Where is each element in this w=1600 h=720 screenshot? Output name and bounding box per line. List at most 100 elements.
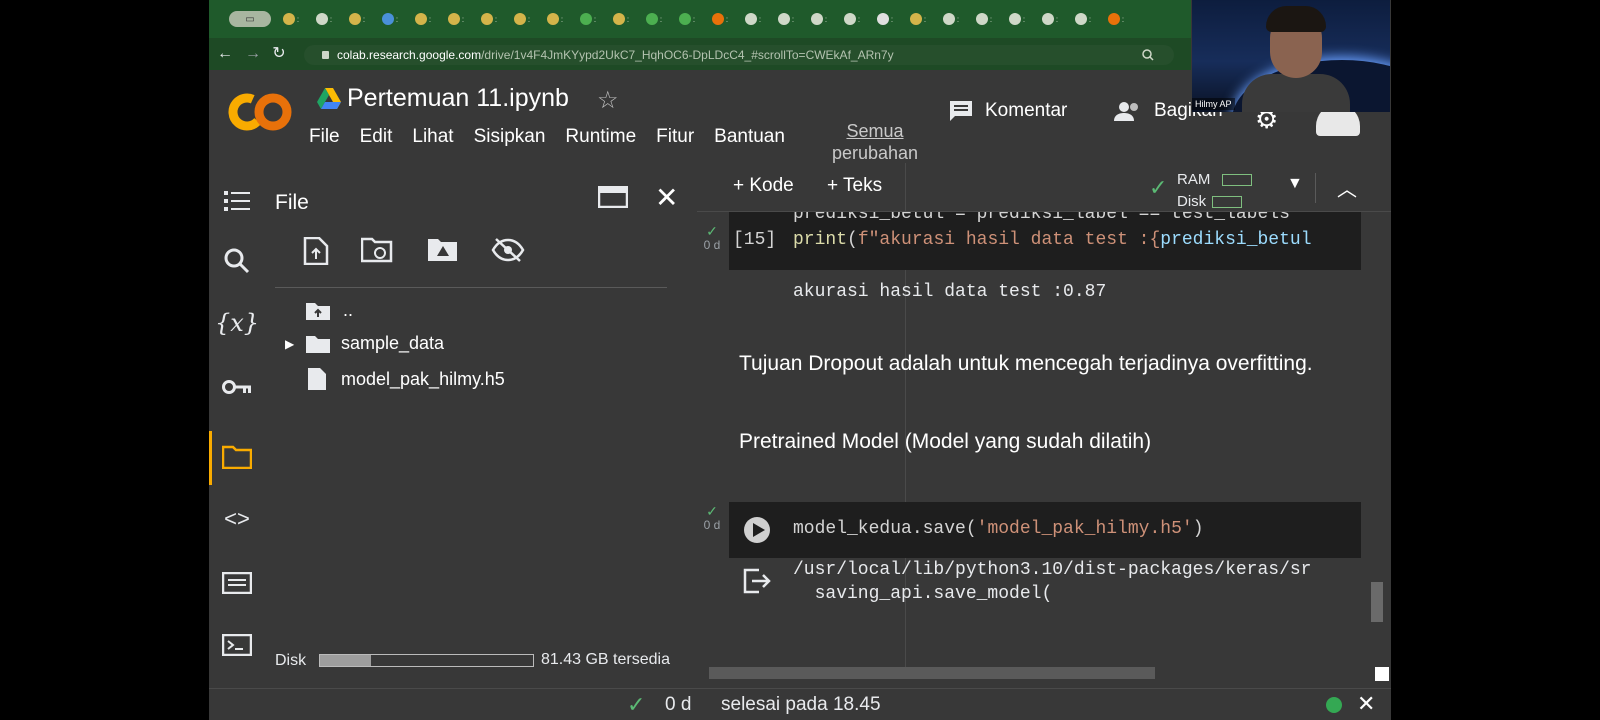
code-cell-2[interactable]: model_kedua.save('model_pak_hilmy.h5') bbox=[729, 502, 1361, 558]
add-code-button[interactable]: + Kode bbox=[733, 175, 794, 197]
browser-tab[interactable]: : bbox=[1004, 8, 1030, 30]
presenter-hair bbox=[1266, 6, 1326, 32]
tree-row-sample-data[interactable]: ▶ sample_data bbox=[285, 333, 444, 354]
add-text-button[interactable]: + Teks bbox=[827, 175, 882, 197]
tab-group-pill[interactable]: ▭ bbox=[229, 11, 271, 27]
tree-row-model-file[interactable]: model_pak_hilmy.h5 bbox=[307, 367, 505, 391]
menu-runtime[interactable]: Runtime bbox=[565, 126, 636, 148]
vertical-scrollbar[interactable] bbox=[1371, 582, 1383, 622]
horizontal-scrollbar[interactable] bbox=[709, 667, 1155, 679]
browser-tab[interactable]: : bbox=[344, 8, 370, 30]
expand-caret-icon[interactable]: ▶ bbox=[285, 337, 305, 351]
reload-icon[interactable]: ↻ bbox=[269, 44, 289, 64]
menu-help[interactable]: Bantuan bbox=[714, 126, 785, 148]
menu-file[interactable]: File bbox=[309, 126, 340, 148]
cell2-output-line2: saving_api.save_model( bbox=[793, 584, 1053, 604]
chevron-down-icon[interactable]: ▼ bbox=[1287, 175, 1303, 193]
tab-separator: : bbox=[824, 14, 828, 24]
cell1-exec-status: ✓ 0 d bbox=[701, 224, 723, 252]
browser-tab[interactable]: : bbox=[1037, 8, 1063, 30]
browser-tab[interactable]: : bbox=[905, 8, 931, 30]
code-snippets-icon[interactable]: <> bbox=[221, 503, 253, 535]
browser-tab[interactable]: : bbox=[1103, 8, 1129, 30]
browser-tab[interactable]: : bbox=[509, 8, 535, 30]
browser-tab[interactable]: : bbox=[839, 8, 865, 30]
code-token: f"akurasi hasil data test :{ bbox=[857, 230, 1161, 250]
url-bar[interactable]: colab.research.google.com /drive/1v4F4Jm… bbox=[304, 45, 1174, 65]
code-token: model_kedua.save( bbox=[793, 519, 977, 539]
browser-tab[interactable]: : bbox=[410, 8, 436, 30]
browser-tab[interactable]: : bbox=[608, 8, 634, 30]
browser-tab[interactable]: : bbox=[740, 8, 766, 30]
output-action-icon[interactable] bbox=[743, 568, 771, 594]
back-arrow-icon[interactable]: ← bbox=[215, 44, 235, 64]
chevron-up-icon[interactable]: ︿ bbox=[1337, 173, 1357, 202]
browser-tab[interactable]: : bbox=[575, 8, 601, 30]
all-changes-link[interactable]: Semua perubahan bbox=[825, 120, 925, 164]
command-palette-icon[interactable] bbox=[221, 567, 253, 599]
browser-tab[interactable]: : bbox=[311, 8, 337, 30]
notebook-title[interactable]: Pertemuan 11.ipynb bbox=[347, 84, 569, 113]
tab-separator: : bbox=[1055, 14, 1059, 24]
tab-separator: : bbox=[395, 14, 399, 24]
forward-arrow-icon[interactable]: → bbox=[243, 44, 263, 64]
cell1-code-line1: prediksi_betul = prediksi_label == test_… bbox=[793, 212, 1290, 224]
tab-favicon-icon bbox=[876, 13, 889, 25]
variables-icon[interactable]: {𝑥} bbox=[215, 307, 259, 339]
menu-view[interactable]: Lihat bbox=[412, 126, 453, 148]
google-drive-icon[interactable] bbox=[317, 88, 341, 110]
ram-meter bbox=[1222, 174, 1253, 187]
browser-tab[interactable]: : bbox=[872, 8, 898, 30]
browser-tab[interactable]: : bbox=[542, 8, 568, 30]
browser-tab[interactable]: : bbox=[476, 8, 502, 30]
star-icon[interactable]: ☆ bbox=[597, 86, 619, 115]
notebook-toolbar: + Kode + Teks ✓ RAM Disk ▼ ︿ bbox=[697, 163, 1391, 212]
tab-favicon-icon bbox=[810, 13, 823, 25]
toc-icon[interactable] bbox=[221, 185, 253, 217]
menu-insert[interactable]: Sisipkan bbox=[474, 126, 546, 148]
cell2-output-line1: /usr/local/lib/python3.10/dist-packages/… bbox=[793, 560, 1312, 580]
browser-tab[interactable]: : bbox=[443, 8, 469, 30]
zoom-icon[interactable] bbox=[1142, 49, 1154, 61]
text-cell-pretrained[interactable]: Pretrained Model (Model yang sudah dilat… bbox=[739, 430, 1151, 454]
close-icon[interactable]: ✕ bbox=[655, 181, 678, 214]
menu-edit[interactable]: Edit bbox=[360, 126, 393, 148]
tab-separator: : bbox=[923, 14, 927, 24]
terminal-icon[interactable] bbox=[221, 629, 253, 661]
open-in-window-icon[interactable] bbox=[598, 186, 628, 208]
check-icon: ✓ bbox=[706, 503, 718, 519]
browser-tab[interactable]: : bbox=[773, 8, 799, 30]
tab-separator: : bbox=[1088, 14, 1092, 24]
resource-monitor[interactable]: RAM Disk bbox=[1177, 169, 1253, 213]
browser-tab[interactable]: : bbox=[971, 8, 997, 30]
code-cell-1[interactable]: [15] prediksi_betul = prediksi_label == … bbox=[729, 212, 1361, 270]
text-cell-dropout[interactable]: Tujuan Dropout adalah untuk mencegah ter… bbox=[739, 352, 1313, 376]
browser-tab[interactable]: : bbox=[674, 8, 700, 30]
parent-folder-row[interactable]: .. bbox=[305, 300, 353, 321]
search-icon[interactable] bbox=[221, 245, 253, 277]
browser-tab[interactable]: : bbox=[1070, 8, 1096, 30]
run-cell-icon[interactable] bbox=[743, 516, 771, 544]
browser-tab[interactable]: : bbox=[641, 8, 667, 30]
url-host: colab.research.google.com bbox=[337, 48, 482, 62]
key-icon[interactable] bbox=[221, 371, 253, 403]
colab-logo[interactable] bbox=[227, 90, 293, 134]
close-icon[interactable]: ✕ bbox=[1357, 691, 1375, 717]
hide-files-icon[interactable] bbox=[491, 237, 525, 263]
browser-tab[interactable]: : bbox=[806, 8, 832, 30]
mount-drive-icon[interactable] bbox=[427, 237, 459, 263]
refresh-folder-icon[interactable] bbox=[361, 237, 393, 263]
browser-tab[interactable]: : bbox=[707, 8, 733, 30]
comment-label: Komentar bbox=[985, 100, 1068, 121]
comment-button[interactable]: Komentar bbox=[949, 100, 1067, 122]
ram-label: RAM bbox=[1177, 171, 1211, 188]
browser-tab[interactable]: : bbox=[377, 8, 403, 30]
disk-meter-label: Disk bbox=[1177, 193, 1207, 210]
tab-separator: : bbox=[329, 14, 333, 24]
folder-icon[interactable] bbox=[221, 441, 253, 473]
scroll-corner bbox=[1375, 667, 1389, 681]
menu-tools[interactable]: Fitur bbox=[656, 126, 694, 148]
browser-tab[interactable]: : bbox=[938, 8, 964, 30]
upload-file-icon[interactable] bbox=[303, 237, 329, 265]
browser-tab[interactable]: : bbox=[278, 8, 304, 30]
